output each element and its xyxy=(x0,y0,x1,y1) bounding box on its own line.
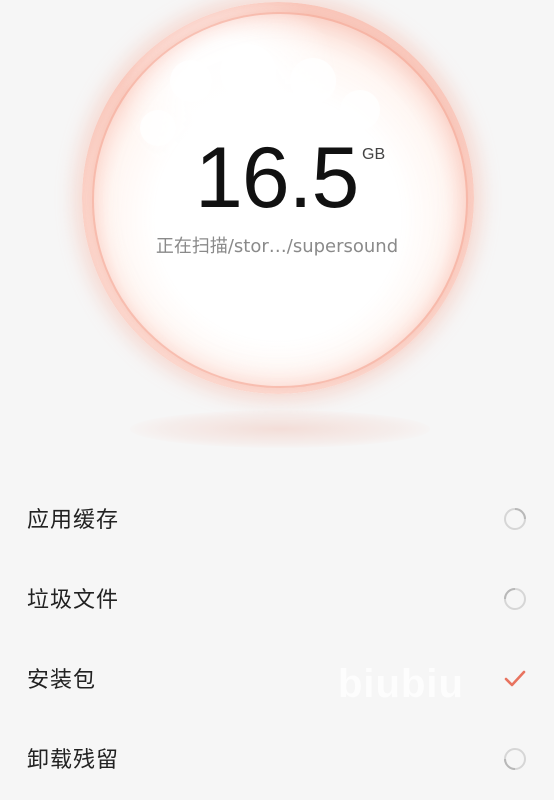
category-item-uninstall-residue[interactable]: 卸载残留 xyxy=(0,720,554,800)
watermark: biubiu xyxy=(338,662,464,706)
category-label: 安装包 xyxy=(27,668,97,693)
sphere-bubble xyxy=(140,110,176,146)
category-item-install-packages[interactable]: 安装包 xyxy=(0,640,554,720)
scan-visual: 16.5 GB 正在扫描/stor…/supersound xyxy=(0,0,554,470)
sphere-bubble xyxy=(290,58,336,104)
category-item-junk-files[interactable]: 垃圾文件 xyxy=(0,560,554,640)
sphere-shadow xyxy=(130,410,430,448)
loading-ring-icon xyxy=(504,508,526,530)
category-label: 垃圾文件 xyxy=(27,588,120,613)
category-item-app-cache[interactable]: 应用缓存 xyxy=(0,480,554,560)
category-label: 卸载残留 xyxy=(27,748,120,773)
sphere-bubble xyxy=(340,90,380,130)
loading-ring-icon xyxy=(504,748,526,770)
scanned-size-unit: GB xyxy=(362,146,386,163)
sphere-bubble xyxy=(220,44,276,100)
scan-status-text: 正在扫描/stor…/supersound xyxy=(155,236,399,257)
scanned-size-value: 16.5 xyxy=(195,130,359,226)
check-icon xyxy=(504,670,526,687)
loading-ring-icon xyxy=(504,588,526,610)
category-label: 应用缓存 xyxy=(27,508,120,533)
sphere-bubble xyxy=(170,60,212,102)
